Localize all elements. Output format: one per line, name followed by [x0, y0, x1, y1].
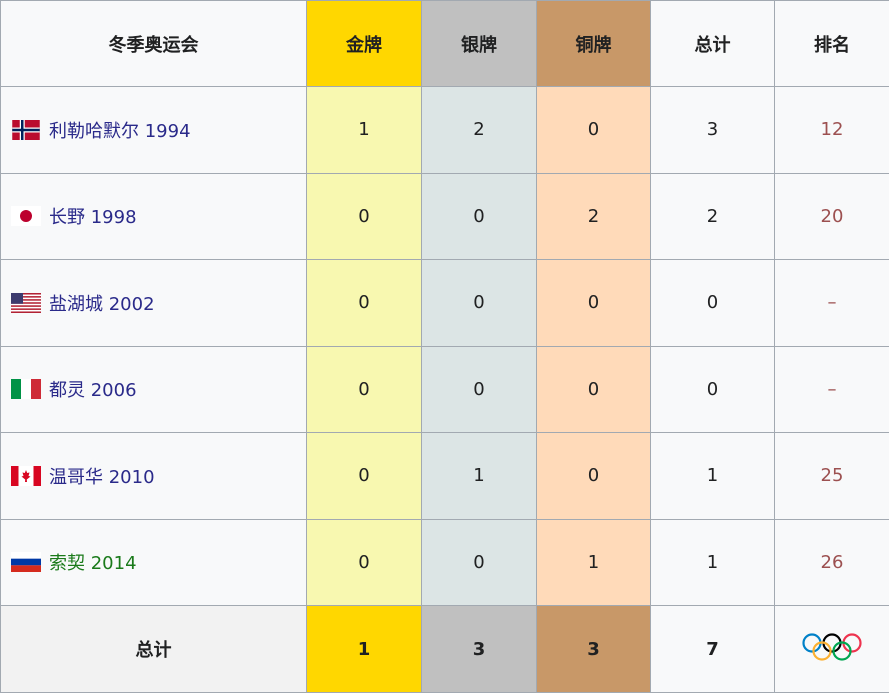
bronze-count: 1 [536, 518, 651, 606]
rank-value: – [774, 345, 889, 433]
norway-flag-icon[interactable] [11, 119, 41, 140]
silver-count: 2 [421, 86, 537, 174]
header-total: 总计 [650, 0, 775, 87]
table-row: 盐湖城 2002 0 0 0 0 – [0, 259, 889, 347]
silver-count: 1 [421, 432, 537, 520]
bronze-count: 2 [536, 172, 651, 260]
total-count: 0 [650, 259, 775, 347]
total-count: 1 [650, 518, 775, 606]
japan-flag-icon[interactable] [11, 206, 41, 227]
table-row: 利勒哈默尔 1994 1 2 0 3 12 [0, 86, 889, 174]
gold-count: 0 [306, 432, 422, 520]
total-count: 3 [650, 86, 775, 174]
silver-count: 0 [421, 518, 537, 606]
games-link[interactable]: 温哥华 2010 [49, 463, 155, 489]
table-row: 都灵 2006 0 0 0 0 – [0, 345, 889, 433]
rank-value: 12 [774, 86, 889, 174]
footer-gold: 1 [306, 605, 422, 693]
header-silver: 银牌 [421, 0, 537, 87]
canada-flag-icon[interactable] [11, 465, 41, 486]
total-count: 0 [650, 345, 775, 433]
header-rank: 排名 [774, 0, 889, 87]
games-link[interactable]: 盐湖城 2002 [49, 290, 155, 316]
italy-flag-icon[interactable] [11, 379, 41, 400]
table-row: 索契 2014 0 0 1 1 26 [0, 518, 889, 606]
table-row: 温哥华 2010 0 1 0 1 25 [0, 432, 889, 520]
rank-value: 25 [774, 432, 889, 520]
total-count: 1 [650, 432, 775, 520]
header-gold: 金牌 [306, 0, 422, 87]
medal-table: 冬季奥运会 金牌 银牌 铜牌 总计 排名 利勒哈默尔 1994 1 2 0 3 … [0, 0, 889, 693]
footer-total: 7 [650, 605, 775, 693]
games-link[interactable]: 索契 2014 [49, 549, 137, 575]
bronze-count: 0 [536, 86, 651, 174]
rank-value: 20 [774, 172, 889, 260]
footer-bronze: 3 [536, 605, 651, 693]
footer-label: 总计 [0, 605, 307, 693]
gold-count: 0 [306, 518, 422, 606]
games-link[interactable]: 利勒哈默尔 1994 [49, 117, 191, 143]
olympic-rings-icon[interactable] [801, 632, 863, 662]
gold-count: 1 [306, 86, 422, 174]
total-count: 2 [650, 172, 775, 260]
russia-flag-icon[interactable] [11, 552, 41, 573]
games-link[interactable]: 长野 1998 [49, 203, 137, 229]
silver-count: 0 [421, 345, 537, 433]
footer-row: 总计 1 3 3 7 [0, 605, 889, 693]
games-link[interactable]: 都灵 2006 [49, 376, 137, 402]
table-row: 长野 1998 0 0 2 2 20 [0, 172, 889, 260]
bronze-count: 0 [536, 259, 651, 347]
bronze-count: 0 [536, 432, 651, 520]
silver-count: 0 [421, 172, 537, 260]
rank-value: 26 [774, 518, 889, 606]
gold-count: 0 [306, 345, 422, 433]
header-bronze: 铜牌 [536, 0, 651, 87]
gold-count: 0 [306, 172, 422, 260]
silver-count: 0 [421, 259, 537, 347]
bronze-count: 0 [536, 345, 651, 433]
header-games: 冬季奥运会 [0, 0, 307, 87]
gold-count: 0 [306, 259, 422, 347]
rank-value: – [774, 259, 889, 347]
usa-flag-icon[interactable] [11, 292, 41, 313]
footer-silver: 3 [421, 605, 537, 693]
header-row: 冬季奥运会 金牌 银牌 铜牌 总计 排名 [0, 0, 889, 87]
